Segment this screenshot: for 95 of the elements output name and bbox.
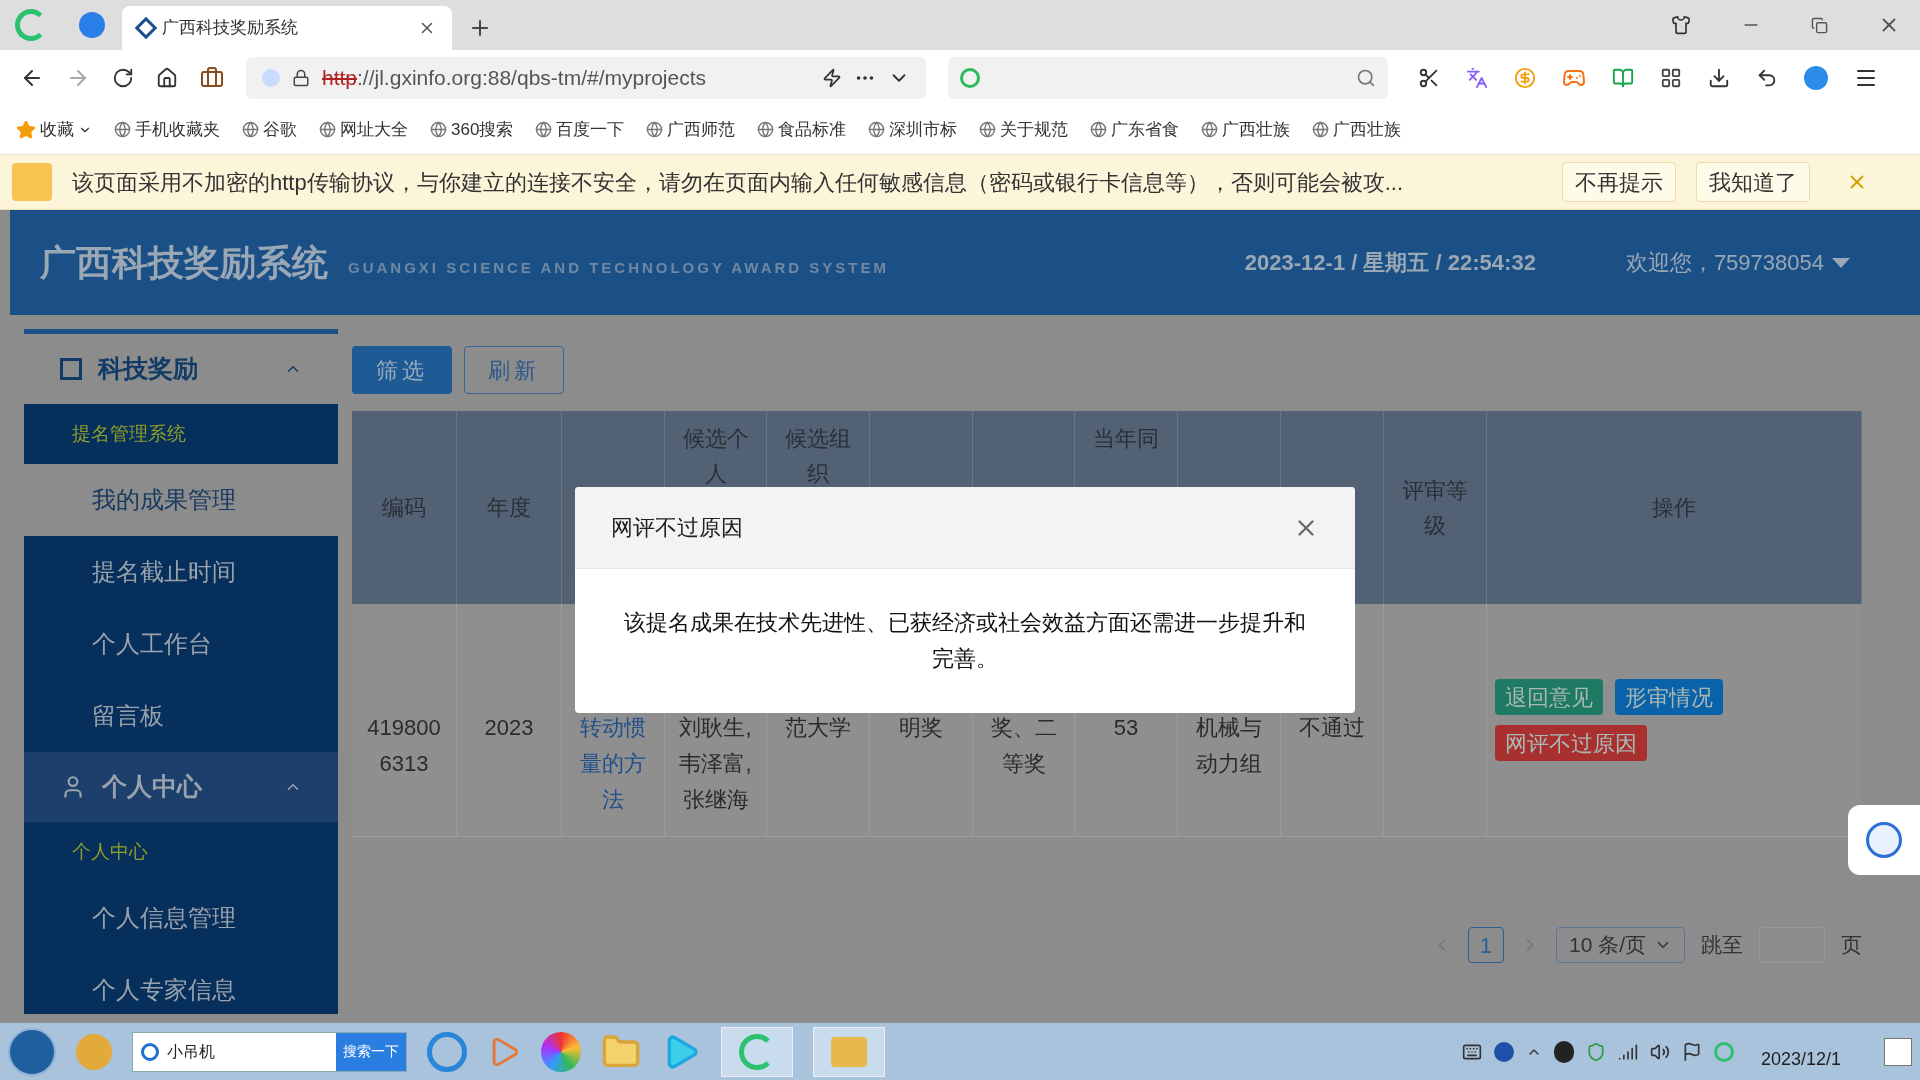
- globe-icon: [979, 121, 997, 138]
- search-icon[interactable]: [1356, 67, 1376, 88]
- globe-icon: [757, 121, 775, 138]
- url-text: http://jl.gxinfo.org:88/qbs-tm/#/myprojects: [322, 64, 707, 91]
- site-icon: [134, 16, 158, 40]
- reload-icon[interactable]: [112, 66, 134, 89]
- book-icon[interactable]: [1612, 66, 1634, 89]
- app-subtitle: GUANGXI SCIENCE AND TECHNOLOGY AWARD SYSTEM: [348, 258, 889, 279]
- sidebar-item[interactable]: 个人工作台: [24, 608, 338, 680]
- globe-icon: [1090, 121, 1108, 138]
- sidebar-item[interactable]: 留言板: [24, 680, 338, 752]
- bookmark-link[interactable]: 网址大全: [319, 116, 408, 143]
- skin-icon[interactable]: [1671, 15, 1691, 35]
- bookmark-link[interactable]: 广西师范: [646, 116, 736, 143]
- address-field[interactable]: http://jl.gxinfo.org:88/qbs-tm/#/myprojects: [246, 56, 926, 99]
- dialog-title: 网评不过原因: [611, 514, 744, 542]
- jump-label: 跳至: [1701, 932, 1743, 959]
- table-cell-text: 2023: [484, 714, 534, 742]
- flag-icon[interactable]: [1682, 1041, 1702, 1062]
- table-cell-text: 奖、二等奖: [989, 714, 1058, 778]
- warning-button[interactable]: 我知道了: [1696, 162, 1810, 202]
- start-button[interactable]: [8, 1027, 56, 1076]
- tab-title: 广西科技奖励系统: [162, 17, 299, 40]
- star-icon: [16, 119, 36, 140]
- column-header: 当年同: [1093, 425, 1159, 453]
- column-header: 年度: [487, 494, 531, 522]
- dialog-message: 该提名成果在技术先进性、已获经济或社会效益方面还需进一步提升和完善。: [623, 609, 1307, 673]
- search-field[interactable]: [948, 56, 1388, 99]
- bookmark-link[interactable]: 广西壮族: [1201, 116, 1291, 143]
- sidebar-section-header[interactable]: 科技奖励: [24, 334, 338, 404]
- globe-icon: [535, 121, 553, 138]
- home-icon[interactable]: [156, 66, 178, 89]
- globe-icon: [430, 121, 447, 138]
- sidebar-item[interactable]: 提名截止时间: [24, 536, 338, 608]
- page-size-select[interactable]: 10 条/页: [1555, 927, 1685, 963]
- insecure-lock-icon: [292, 68, 310, 87]
- table-cell-text: 不通过: [1299, 714, 1365, 742]
- bookmark-link[interactable]: 百度一下: [535, 116, 625, 143]
- table-cell-text: 4198006313: [366, 714, 442, 778]
- bookmark-link[interactable]: 食品标准: [757, 116, 847, 143]
- column-header: 候选个人: [681, 425, 750, 488]
- globe-icon: [1312, 121, 1330, 138]
- globe-icon: [868, 121, 886, 138]
- table-cell-text: 机械与动力组: [1195, 714, 1263, 778]
- table-cell-text: 范大学: [785, 714, 851, 742]
- globe-icon: [114, 121, 131, 138]
- bookmark-link[interactable]: 360搜索: [430, 116, 514, 143]
- bookmark-link[interactable]: 手机收藏夹: [114, 116, 220, 143]
- globe-icon: [242, 121, 259, 138]
- sidebar-section-header[interactable]: 个人中心: [24, 752, 338, 822]
- bookmark-link[interactable]: 收藏: [16, 116, 92, 143]
- scissors-icon[interactable]: [1418, 66, 1440, 89]
- globe-icon: [1201, 121, 1219, 138]
- globe-icon: [319, 121, 336, 138]
- warning-button[interactable]: 不再提示: [1562, 162, 1676, 202]
- sidebar-item[interactable]: 个人信息管理: [24, 882, 338, 954]
- user-menu[interactable]: 欢迎您，759738054: [1625, 246, 1850, 279]
- date-time: 2023-12-1 / 星期五 / 22:54:32: [1244, 249, 1536, 277]
- app-title: 广西科技奖励系统: [40, 240, 328, 285]
- warning-icon: [12, 163, 52, 201]
- clock-date[interactable]: 2023/12/1: [1746, 1030, 1856, 1073]
- warning-message: 该页面采用不加密的http传输协议，与你建立的连接不安全，请勿在页面内输入任何敏感信息（密码或银行卡信息等），否则可能会被攻...: [72, 168, 1405, 197]
- board-icon: [60, 358, 82, 380]
- table-cell-text: 明奖: [899, 714, 943, 742]
- volume-icon[interactable]: [1650, 1041, 1670, 1062]
- bookmark-link[interactable]: 广东省食: [1090, 116, 1180, 143]
- bookmark-link[interactable]: 深圳市标: [868, 116, 958, 143]
- taskbar-search[interactable]: 小吊机 搜索一下: [132, 1031, 407, 1072]
- translate-icon[interactable]: [1466, 66, 1488, 89]
- table-cell-text: 53: [1113, 714, 1139, 742]
- search-engine-icon: [960, 67, 980, 88]
- restore-icon[interactable]: [1811, 16, 1828, 34]
- bookmark-link[interactable]: 关于规范: [979, 116, 1069, 143]
- apps-icon[interactable]: [1660, 66, 1682, 89]
- browser-tab[interactable]: 广西科技奖励系统: [122, 6, 452, 50]
- download-icon[interactable]: [1708, 66, 1730, 89]
- briefcase-icon[interactable]: [200, 65, 224, 90]
- taskbar-search-button[interactable]: 搜索一下: [336, 1032, 406, 1071]
- show-desktop-button[interactable]: [1884, 1037, 1912, 1066]
- table-cell-text: 刘耿生,韦泽富,张继海: [678, 714, 753, 814]
- bookmark-link[interactable]: 谷歌: [242, 116, 297, 143]
- color-wheel-icon[interactable]: [541, 1031, 581, 1072]
- column-header: 操作: [1652, 494, 1696, 522]
- sidebar-group-label: 个人中心: [71, 839, 149, 864]
- column-header: 候选组织: [784, 425, 852, 488]
- lightning-icon[interactable]: [822, 67, 842, 88]
- globe-icon: [646, 121, 664, 138]
- floating-widget[interactable]: [1848, 805, 1920, 875]
- bookmark-link[interactable]: 广西壮族: [1312, 116, 1402, 143]
- column-header: 评审等级: [1401, 476, 1469, 540]
- sidebar-group-label: 提名管理系统: [71, 421, 187, 446]
- column-header: 编码: [382, 494, 426, 522]
- page-suffix: 页: [1841, 932, 1862, 959]
- sidebar-item[interactable]: 个人专家信息: [24, 954, 338, 1014]
- sidebar-item[interactable]: 我的成果管理: [24, 464, 338, 536]
